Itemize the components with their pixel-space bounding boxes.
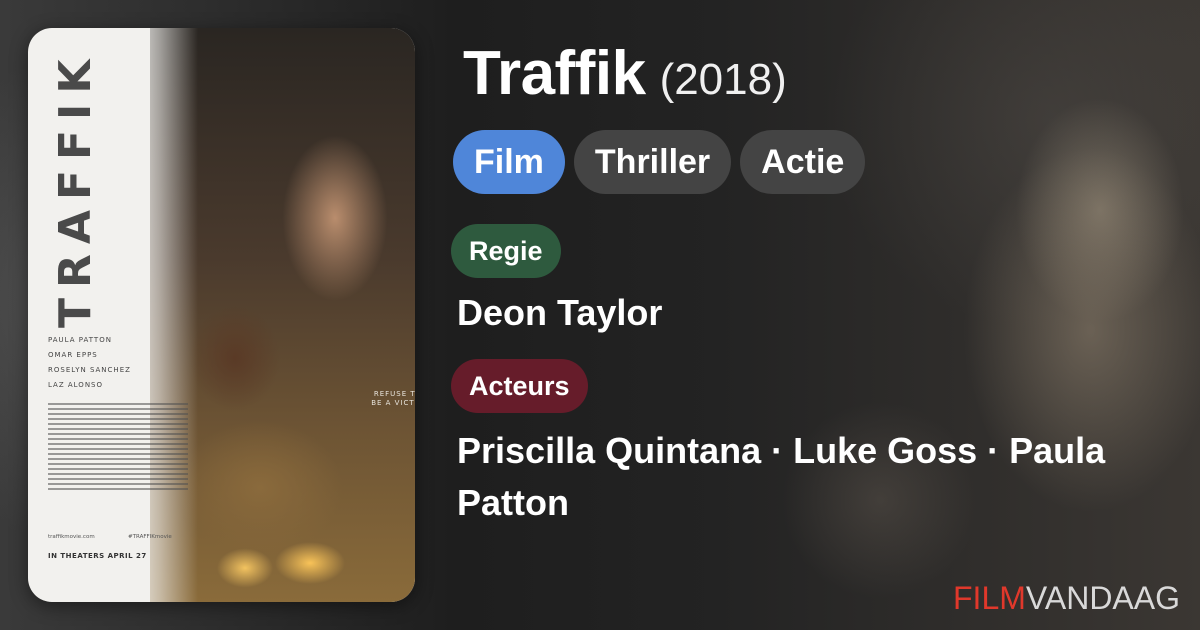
logo-part-vandaag: VANDAAG — [1025, 580, 1180, 616]
poster-cast-name: PAULA PATTON — [48, 336, 112, 344]
poster-cast-name: OMAR EPPS — [48, 351, 98, 359]
cast-names[interactable]: Priscilla Quintana · Luke Goss · Paula P… — [457, 425, 1177, 529]
genre-tags: Film Thriller Actie — [453, 130, 866, 194]
logo-part-film: FILM — [953, 580, 1026, 616]
poster-cast-list: PAULA PATTON OMAR EPPS ROSELYN SANCHEZ L… — [48, 336, 131, 396]
poster-cast-name: ROSELYN SANCHEZ — [48, 366, 131, 374]
filmvandaag-logo[interactable]: FILMVANDAAG — [953, 580, 1180, 617]
movie-poster[interactable]: TRAFFIK PAULA PATTON OMAR EPPS ROSELYN S… — [28, 28, 415, 602]
movie-year: (2018) — [659, 55, 787, 104]
genre-tag-actie[interactable]: Actie — [740, 130, 866, 194]
poster-credit-block — [48, 403, 188, 493]
poster-cast-name: LAZ ALONSO — [48, 381, 104, 389]
title-row: Traffik (2018) — [463, 38, 787, 109]
genre-tag-thriller[interactable]: Thriller — [573, 130, 732, 194]
poster-url: traffikmovie.com — [48, 534, 95, 540]
poster-tagline: REFUSE TO BE A VICTIM — [371, 390, 415, 407]
genre-tag-film[interactable]: Film — [453, 130, 565, 194]
movie-title: Traffik — [463, 39, 646, 108]
cast-label: Acteurs — [451, 359, 588, 413]
director-label: Regie — [451, 224, 561, 278]
director-name[interactable]: Deon Taylor — [457, 292, 662, 334]
poster-fade — [128, 28, 198, 602]
poster-release-date: IN THEATERS APRIL 27 — [48, 552, 147, 560]
poster-title: TRAFFIK — [50, 49, 101, 328]
poster-hashtag: #TRAFFIKmovie — [128, 534, 172, 540]
